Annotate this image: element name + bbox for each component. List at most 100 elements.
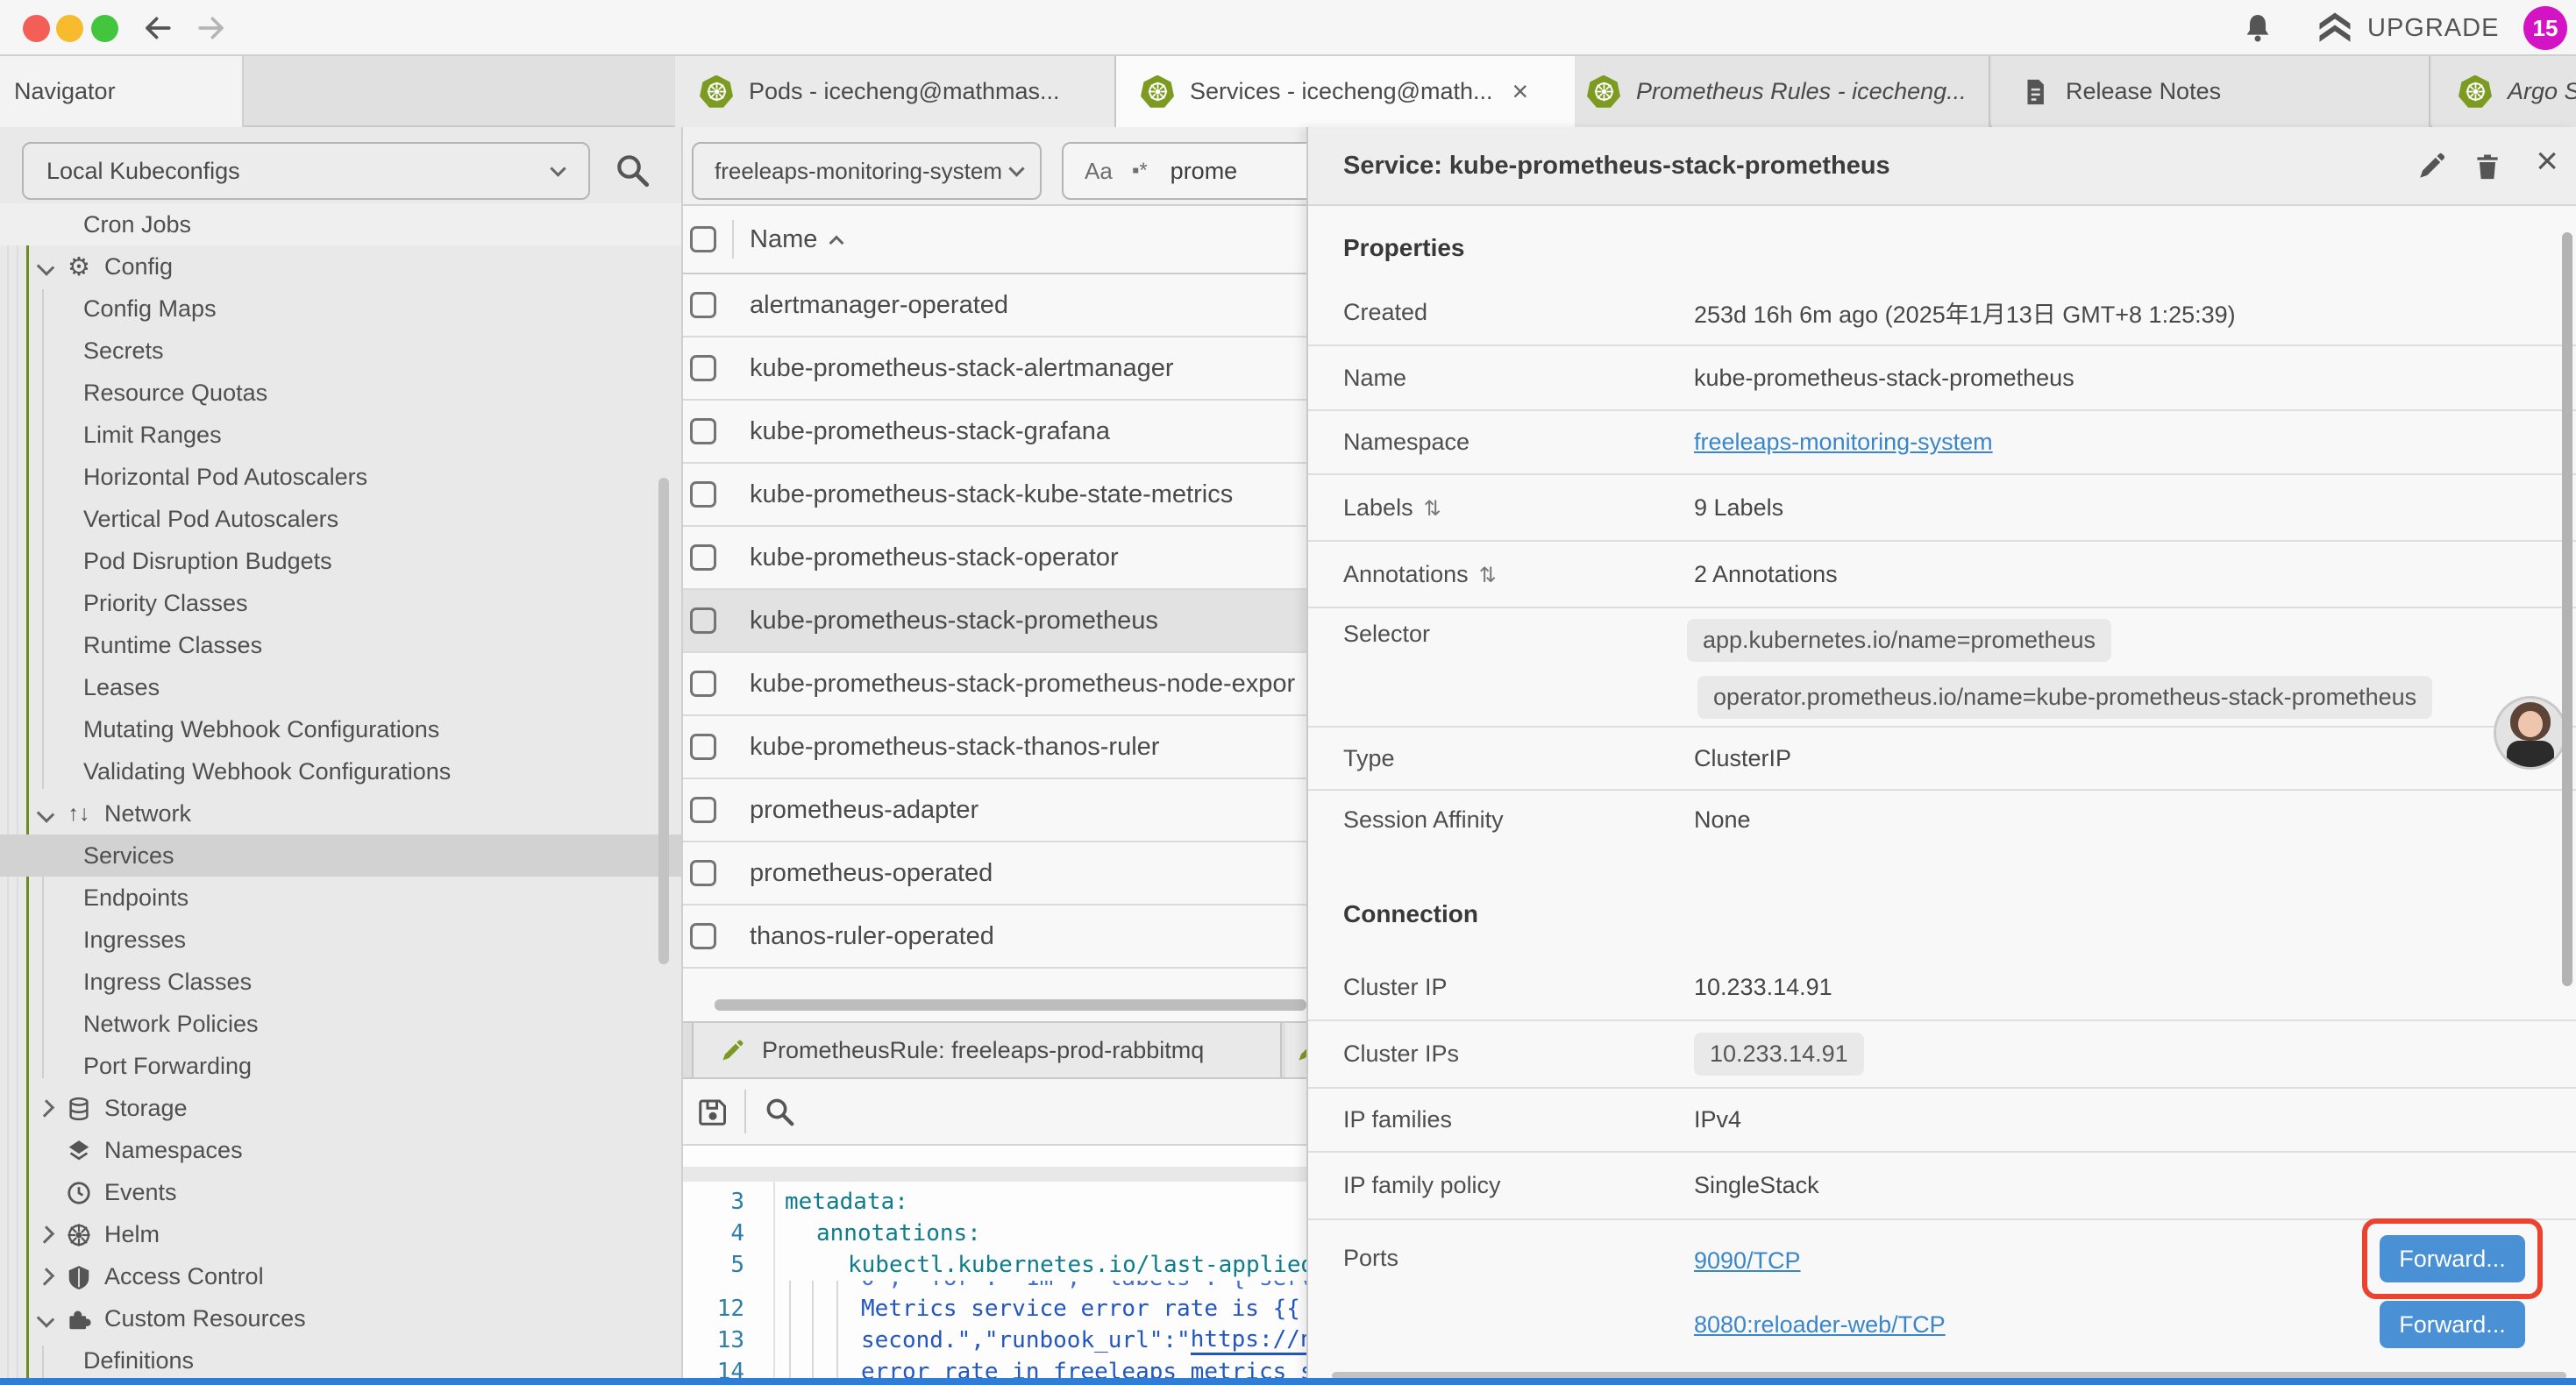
kubernetes-icon — [2459, 75, 2492, 109]
save-icon[interactable] — [697, 1096, 729, 1127]
namespace-link[interactable]: freeleaps-monitoring-system — [1694, 429, 1993, 456]
sidebar-item-leases[interactable]: Leases — [0, 666, 681, 708]
table-row[interactable]: kube-prometheus-stack-thanos-ruler — [683, 716, 1306, 779]
row-checkbox[interactable] — [690, 671, 716, 697]
sidebar-scrollbar[interactable] — [658, 478, 669, 964]
notifications-bell-icon[interactable] — [2241, 11, 2274, 45]
sidebar-item-ingresses[interactable]: Ingresses — [0, 919, 681, 961]
table-row[interactable]: kube-prometheus-stack-operator — [683, 527, 1306, 590]
sidebar-item-storage[interactable]: Storage — [0, 1087, 681, 1129]
notification-count-badge[interactable]: 15 — [2523, 6, 2567, 50]
sidebar-item-services[interactable]: Services — [0, 835, 681, 877]
namespace-select[interactable]: freeleaps-monitoring-system — [692, 142, 1042, 200]
close-tab-icon[interactable]: × — [1512, 75, 1529, 108]
sidebar-item-horizontal-pod-autoscalers[interactable]: Horizontal Pod Autoscalers — [0, 456, 681, 498]
forward-button[interactable] — [196, 13, 226, 43]
tab-pods[interactable]: Pods - icecheng@mathmas... — [675, 56, 1116, 127]
search-input[interactable]: Aa ▪* prome — [1062, 142, 1306, 200]
edit-pencil-icon[interactable] — [2416, 152, 2446, 181]
match-case-toggle[interactable]: Aa — [1085, 158, 1113, 185]
delete-trash-icon[interactable] — [2473, 152, 2502, 181]
row-checkbox[interactable] — [690, 860, 716, 886]
sidebar-item-helm[interactable]: Helm — [0, 1213, 681, 1255]
search-icon[interactable] — [614, 152, 651, 188]
property-row-session-affinity: Session Affinity None — [1308, 791, 2576, 875]
table-row[interactable]: alertmanager-operated — [683, 274, 1306, 337]
upgrade-button[interactable]: UPGRADE — [2316, 10, 2499, 46]
yaml-editor[interactable]: 3 metadata: 4 annotations: 5 kubectl.kub… — [683, 1146, 1306, 1385]
traffic-light-zoom[interactable] — [91, 15, 118, 42]
sidebar-item-priority-classes[interactable]: Priority Classes — [0, 582, 681, 624]
row-checkbox[interactable] — [690, 418, 716, 444]
forward-port-button[interactable]: Forward... — [2380, 1235, 2525, 1282]
back-button[interactable] — [143, 13, 173, 43]
editor-tab-prometheusrule[interactable]: PrometheusRule: freeleaps-prod-rabbitmq — [692, 1023, 1282, 1077]
port-link[interactable]: 9090/TCP — [1694, 1247, 1801, 1275]
traffic-light-minimize[interactable] — [56, 15, 83, 42]
code-link[interactable]: https://net — [1191, 1326, 1306, 1355]
tab-services[interactable]: Services - icecheng@math... × — [1116, 56, 1575, 127]
expand-collapse-icon[interactable]: ⇅ — [1424, 497, 1441, 521]
horizontal-scrollbar[interactable] — [715, 999, 1306, 1011]
select-all-checkbox[interactable] — [690, 226, 716, 252]
sidebar-item-resource-quotas[interactable]: Resource Quotas — [0, 372, 681, 414]
sidebar-item-runtime-classes[interactable]: Runtime Classes — [0, 624, 681, 666]
detail-vertical-scrollbar[interactable] — [2562, 232, 2572, 986]
row-checkbox[interactable] — [690, 544, 716, 571]
sidebar-item-custom-resources[interactable]: Custom Resources — [0, 1297, 681, 1339]
sidebar-item-secrets[interactable]: Secrets — [0, 330, 681, 372]
sidebar-item-pod-disruption-budgets[interactable]: Pod Disruption Budgets — [0, 540, 681, 582]
sidebar-item-network[interactable]: ↑↓ Network — [0, 792, 681, 835]
name-column-header[interactable]: Name — [750, 225, 817, 254]
table-row[interactable]: thanos-ruler-operated — [683, 906, 1306, 969]
sidebar-item-namespaces[interactable]: Namespaces — [0, 1129, 681, 1171]
table-row[interactable]: prometheus-adapter — [683, 779, 1306, 842]
sidebar-item-definitions[interactable]: Definitions — [0, 1339, 681, 1381]
search-icon[interactable] — [764, 1096, 795, 1127]
row-checkbox[interactable] — [690, 355, 716, 381]
sidebar-item-vertical-pod-autoscalers[interactable]: Vertical Pod Autoscalers — [0, 498, 681, 540]
forward-port-button[interactable]: Forward... — [2380, 1301, 2525, 1348]
expand-collapse-icon[interactable]: ⇅ — [1479, 564, 1497, 587]
sidebar-item-events[interactable]: Events — [0, 1171, 681, 1213]
tab-prometheus-rules[interactable]: Prometheus Rules - icecheng... — [1575, 56, 1990, 127]
sort-ascending-icon[interactable] — [829, 236, 844, 251]
sidebar-item-validating-webhook-configurations[interactable]: Validating Webhook Configurations — [0, 750, 681, 792]
table-row[interactable]: prometheus-operated — [683, 842, 1306, 906]
table-row[interactable]: kube-prometheus-stack-alertmanager — [683, 337, 1306, 401]
kubeconfig-select[interactable]: Local Kubeconfigs — [22, 142, 590, 200]
navigator-panel-tab[interactable]: Navigator — [0, 56, 244, 127]
sidebar-item-port-forwarding[interactable]: Port Forwarding — [0, 1045, 681, 1087]
row-checkbox[interactable] — [690, 607, 716, 634]
sidebar-item-endpoints[interactable]: Endpoints — [0, 877, 681, 919]
row-checkbox[interactable] — [690, 292, 716, 318]
row-checkbox[interactable] — [690, 923, 716, 949]
close-icon[interactable]: × — [2536, 139, 2558, 183]
traffic-light-close[interactable] — [23, 15, 50, 42]
row-checkbox[interactable] — [690, 797, 716, 823]
sidebar-item-access-control[interactable]: Access Control — [0, 1255, 681, 1297]
editor-tab-next[interactable] — [1285, 1023, 1306, 1077]
code-line: 12 Metrics service error rate is {{ $va — [683, 1293, 1306, 1325]
sidebar-item-limit-ranges[interactable]: Limit Ranges — [0, 414, 681, 456]
properties-section-heading: Properties — [1343, 234, 1465, 262]
port-link[interactable]: 8080:reloader-web/TCP — [1694, 1311, 1946, 1339]
sidebar-item-ingress-classes[interactable]: Ingress Classes — [0, 961, 681, 1003]
sidebar-item-network-policies[interactable]: Network Policies — [0, 1003, 681, 1045]
sidebar-item-mutating-webhook-configurations[interactable]: Mutating Webhook Configurations — [0, 708, 681, 750]
table-row[interactable]: kube-prometheus-stack-grafana — [683, 401, 1306, 464]
tab-release-notes[interactable]: Release Notes — [1992, 56, 2430, 127]
table-row[interactable]: kube-prometheus-stack-kube-state-metrics — [683, 464, 1306, 527]
table-row[interactable]: kube-prometheus-stack-prometheus-node-ex… — [683, 653, 1306, 716]
tab-argo[interactable]: Argo Se — [2432, 56, 2576, 127]
sidebar-item-config[interactable]: ⚙ Config — [0, 245, 681, 288]
service-detail-panel: Service: kube-prometheus-stack-prometheu… — [1306, 127, 2576, 1385]
avatar[interactable] — [2494, 696, 2567, 770]
sidebar-item-cron-jobs[interactable]: Cron Jobs — [0, 203, 681, 245]
layers-icon — [65, 1136, 93, 1165]
regex-toggle-icon[interactable]: ▪* — [1132, 159, 1148, 183]
table-row-selected[interactable]: kube-prometheus-stack-prometheus — [683, 590, 1306, 653]
row-checkbox[interactable] — [690, 734, 716, 760]
sidebar-item-config-maps[interactable]: Config Maps — [0, 288, 681, 330]
row-checkbox[interactable] — [690, 481, 716, 508]
